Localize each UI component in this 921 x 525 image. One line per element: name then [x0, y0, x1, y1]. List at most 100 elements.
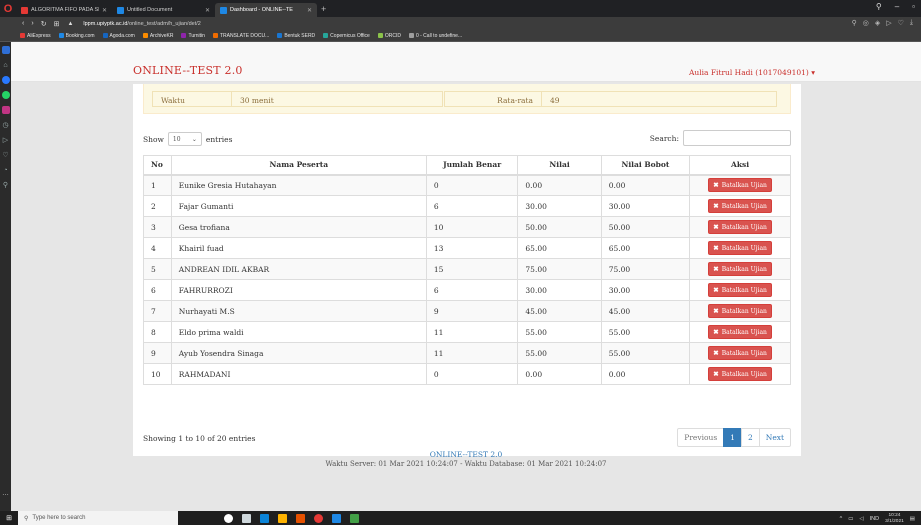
chevron-up-icon[interactable]: ^	[840, 516, 843, 522]
search-icon[interactable]: ⚲	[852, 19, 857, 27]
instagram-icon[interactable]	[1, 106, 10, 114]
batalkan-ujian-button[interactable]: ✖ Batalkan Ujian	[708, 220, 772, 234]
windows-start-icon[interactable]: ⊞	[0, 514, 18, 522]
cell-bobot: 55.00	[600, 321, 691, 343]
col-nilai-bobot[interactable]: Nilai Bobot	[600, 155, 691, 176]
batalkan-ujian-button[interactable]: ✖ Batalkan Ujian	[708, 346, 772, 360]
whatsapp-icon[interactable]	[1, 91, 10, 99]
user-menu[interactable]: Aulia Fitrul Hadi (1017049101) ▾	[689, 68, 815, 77]
cell-benar: 15	[425, 258, 519, 280]
batalkan-ujian-button[interactable]: ✖ Batalkan Ujian	[708, 367, 772, 381]
button-label: Batalkan Ujian	[721, 202, 767, 210]
back-icon[interactable]: ‹	[22, 20, 24, 28]
opera-icon[interactable]	[314, 513, 323, 523]
file-explorer-icon[interactable]	[278, 513, 287, 523]
forward-icon[interactable]: ›	[31, 20, 33, 28]
app-brand[interactable]: ONLINE--TEST 2.0	[133, 64, 243, 77]
heart-icon[interactable]: ♡	[898, 19, 904, 27]
taskbar-clock[interactable]: 10:24 3/1/2021	[885, 513, 904, 524]
batalkan-ujian-button[interactable]: ✖ Batalkan Ujian	[708, 178, 772, 193]
taskbar-search-input[interactable]: ⚲ Type here to search	[18, 511, 178, 525]
heart-icon[interactable]: ♡	[2, 151, 10, 159]
table-row: 1 Eunike Gresia Hutahayan 0 0.00 0.00 ✖ B…	[143, 174, 791, 196]
batalkan-ujian-button[interactable]: ✖ Batalkan Ujian	[708, 283, 772, 297]
task-view-icon[interactable]	[242, 513, 251, 523]
minimize-icon[interactable]: –	[895, 2, 899, 11]
col-jumlah-benar[interactable]: Jumlah Benar	[425, 155, 519, 176]
close-icon[interactable]: ✕	[205, 7, 210, 14]
bookmark-item[interactable]: Bentuk SERD	[277, 33, 315, 39]
next-button[interactable]: Next	[758, 428, 791, 447]
tabs-grid-icon[interactable]: ⊞	[54, 20, 60, 28]
cell-nilai: 45.00	[517, 300, 602, 322]
close-icon: ✖	[713, 245, 719, 252]
pagination: Previous 1 2 Next	[677, 428, 791, 447]
taskbar-apps	[224, 513, 359, 523]
speed-dial-icon[interactable]	[1, 46, 10, 54]
batalkan-ujian-button[interactable]: ✖ Batalkan Ujian	[708, 325, 772, 339]
cell-no: 2	[143, 195, 172, 217]
warning-icon[interactable]: ▲	[67, 21, 73, 27]
messenger-icon[interactable]	[1, 76, 10, 84]
search-icon[interactable]: ⚲	[876, 2, 882, 11]
cell-benar: 0	[425, 174, 519, 196]
cell-nama: Fajar Gumanti	[170, 195, 427, 217]
clock-icon[interactable]: ◷	[2, 121, 10, 129]
player-icon[interactable]: ▷	[2, 136, 10, 144]
url-field[interactable]: lppm.upiyptk.ac.id/online_test/adm/h_uji…	[83, 21, 200, 27]
opera-logo-icon[interactable]: O	[0, 0, 16, 17]
close-icon[interactable]: ✕	[307, 7, 312, 14]
bookmark-item[interactable]: 0 - Call to undefine...	[408, 32, 463, 39]
app-icon[interactable]	[296, 513, 305, 523]
browser-tab-2[interactable]: Untitled Document ✕	[112, 3, 215, 17]
maximize-icon[interactable]: ▫	[912, 2, 915, 11]
page-1-button[interactable]: 1	[723, 428, 742, 447]
history-icon[interactable]: ◔	[2, 166, 10, 174]
bookmark-item[interactable]: Turnitin	[181, 33, 205, 39]
batalkan-ujian-button[interactable]: ✖ Batalkan Ujian	[708, 241, 772, 255]
bookmark-item[interactable]: Copernicus Office	[323, 33, 370, 39]
footer-app-name[interactable]: ONLINE--TEST 2.0	[11, 450, 921, 459]
col-no[interactable]: No	[143, 155, 172, 176]
home-icon[interactable]: ⌂	[2, 61, 10, 69]
previous-button[interactable]: Previous	[677, 428, 725, 447]
browser-tab-1[interactable]: ALGORITMA FIFO PADA SI ✕	[16, 3, 112, 17]
more-icon[interactable]: …	[2, 489, 10, 497]
send-icon[interactable]: ▷	[886, 19, 891, 27]
batalkan-ujian-button[interactable]: ✖ Batalkan Ujian	[708, 262, 772, 276]
notification-icon[interactable]: ▤	[910, 516, 915, 522]
search-input[interactable]	[683, 130, 791, 146]
table-row: 6 FAHRURROZI 6 30.00 30.00 ✖ Batalkan Uji…	[143, 279, 791, 301]
bookmark-item[interactable]: Agoda.com	[102, 33, 135, 39]
bookmark-item[interactable]: ArchiveKR	[142, 33, 173, 39]
entries-select[interactable]: 10 ⌄	[167, 132, 202, 146]
network-icon[interactable]: ▭	[848, 516, 853, 522]
excel-icon[interactable]	[350, 513, 359, 523]
batalkan-ujian-button[interactable]: ✖ Batalkan Ujian	[708, 199, 772, 213]
button-label: Batalkan Ujian	[721, 265, 767, 273]
edge-icon[interactable]	[260, 513, 269, 523]
close-icon[interactable]: ✕	[102, 7, 107, 14]
browser-tab-3-active[interactable]: Dashboard - ONLINE--TE ✕	[215, 3, 317, 17]
bookmark-item[interactable]: AliExpress	[20, 33, 51, 39]
language-indicator[interactable]: IND	[870, 516, 879, 522]
batalkan-ujian-button[interactable]: ✖ Batalkan Ujian	[708, 304, 772, 318]
word-icon[interactable]	[332, 513, 341, 523]
cortana-icon[interactable]	[224, 513, 233, 523]
download-icon[interactable]: ⤓	[910, 19, 913, 27]
page-2-button[interactable]: 2	[740, 428, 760, 447]
col-nilai[interactable]: Nilai	[517, 155, 602, 176]
bookmark-item[interactable]: TRANSLATE DOCU...	[212, 33, 269, 39]
bookmark-item[interactable]: ORCID	[377, 33, 401, 39]
close-icon: ✖	[713, 371, 719, 378]
location-icon[interactable]: ⚲	[2, 181, 10, 189]
volume-icon[interactable]: ◁	[859, 516, 863, 522]
bookmark-item[interactable]: Booking.com	[58, 33, 95, 39]
camera-icon[interactable]: ◎	[863, 19, 869, 27]
cell-aksi: ✖ Batalkan Ujian	[689, 237, 791, 259]
bookmark-label: 0 - Call to undefine...	[415, 32, 463, 39]
shield-icon[interactable]: ◈	[875, 19, 880, 27]
col-nama-peserta[interactable]: Nama Peserta	[170, 155, 427, 176]
reload-icon[interactable]: ↻	[41, 20, 47, 28]
new-tab-button[interactable]: +	[321, 4, 326, 14]
